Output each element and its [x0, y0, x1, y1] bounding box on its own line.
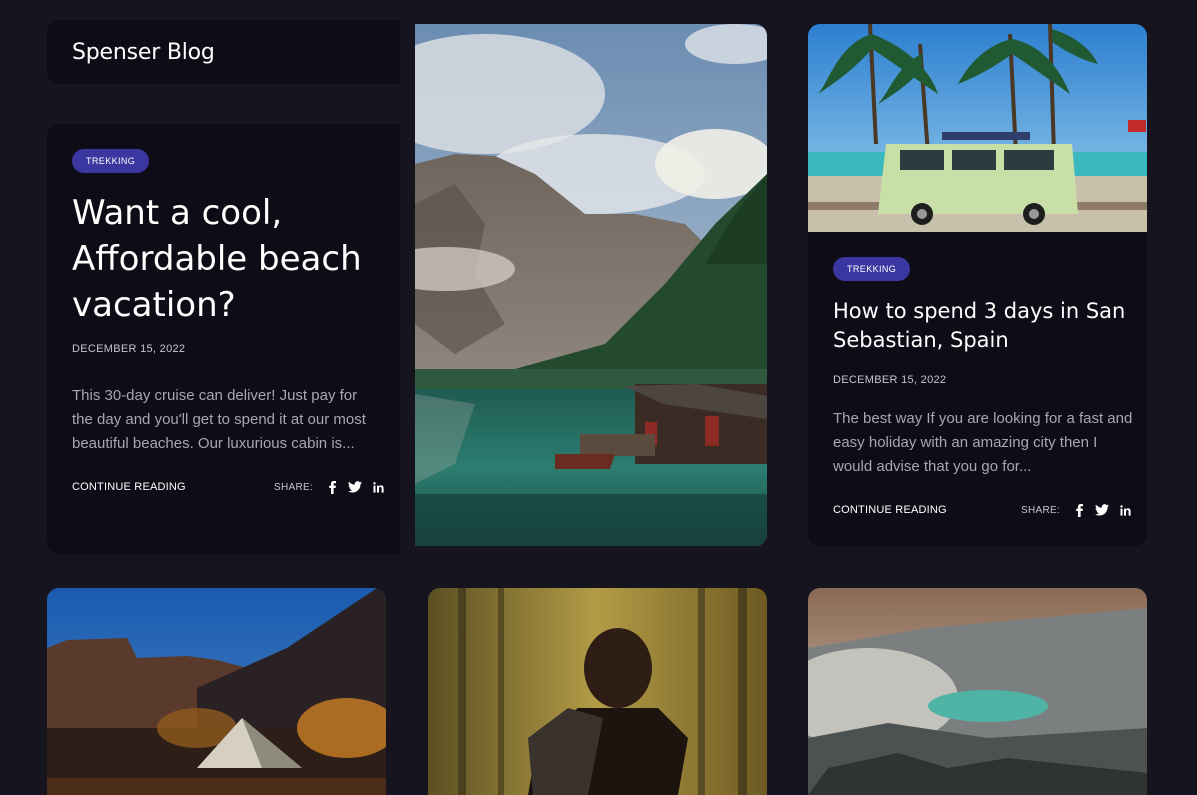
excerpt-line: beautiful beaches. Our luxurious cabin i… — [72, 435, 355, 452]
excerpt-line: would advise that you go for... — [833, 458, 1032, 475]
excerpt-line: easy holiday with an amazing city then I — [833, 434, 1098, 451]
post-card-san-sebastian: TREKKING How to spend 3 days in San Seba… — [808, 24, 1147, 546]
facebook-icon[interactable] — [325, 480, 339, 494]
share-bar: SHARE: — [1021, 503, 1132, 517]
featured-post-card: TREKKING Want a cool, Affordable beach v… — [47, 124, 400, 554]
post-title-line: Affordable beach — [72, 239, 362, 279]
blog-title[interactable]: Spenser Blog — [72, 40, 215, 65]
camping-tent-image[interactable] — [47, 588, 386, 795]
excerpt-line: the day and you'll get to spend it at ou… — [72, 411, 366, 428]
beach-van-image[interactable] — [808, 24, 1147, 232]
blog-page: Spenser Blog TREKKING Want a cool, Affor… — [0, 0, 1197, 795]
post-excerpt: The best way If you are looking for a fa… — [833, 407, 1138, 479]
twitter-icon[interactable] — [348, 480, 363, 494]
post-tag[interactable]: TREKKING — [72, 149, 150, 173]
post-title[interactable]: Want a cool, Affordable beach vacation? — [72, 190, 362, 328]
share-label: SHARE: — [1021, 504, 1061, 516]
excerpt-line: This 30-day cruise can deliver! Just pay… — [72, 387, 358, 404]
post-title-line: vacation? — [72, 285, 236, 325]
post-excerpt: This 30-day cruise can deliver! Just pay… — [72, 384, 392, 456]
twitter-icon[interactable] — [1095, 503, 1110, 517]
post-title-line: Want a cool, — [72, 193, 283, 233]
share-bar: SHARE: — [274, 480, 385, 494]
share-label: SHARE: — [274, 481, 314, 493]
linkedin-icon[interactable] — [1118, 503, 1132, 517]
facebook-icon[interactable] — [1072, 503, 1086, 517]
continue-reading-link[interactable]: CONTINUE READING — [72, 481, 186, 493]
blog-header: Spenser Blog — [47, 20, 400, 84]
post-date: DECEMBER 15, 2022 — [833, 374, 947, 386]
post-title-line: Sebastian, Spain — [833, 328, 1009, 352]
volcano-crater-image[interactable] — [808, 588, 1147, 795]
excerpt-line: The best way If you are looking for a fa… — [833, 410, 1133, 427]
post-tag[interactable]: TREKKING — [833, 257, 911, 281]
post-date: DECEMBER 15, 2022 — [72, 343, 186, 355]
post-title[interactable]: How to spend 3 days in San Sebastian, Sp… — [833, 297, 1125, 355]
hiker-forest-image[interactable] — [428, 588, 767, 795]
post-title-line: How to spend 3 days in San — [833, 299, 1126, 323]
continue-reading-link[interactable]: CONTINUE READING — [833, 504, 947, 516]
linkedin-icon[interactable] — [371, 480, 385, 494]
mountain-lake-image[interactable] — [415, 24, 767, 546]
